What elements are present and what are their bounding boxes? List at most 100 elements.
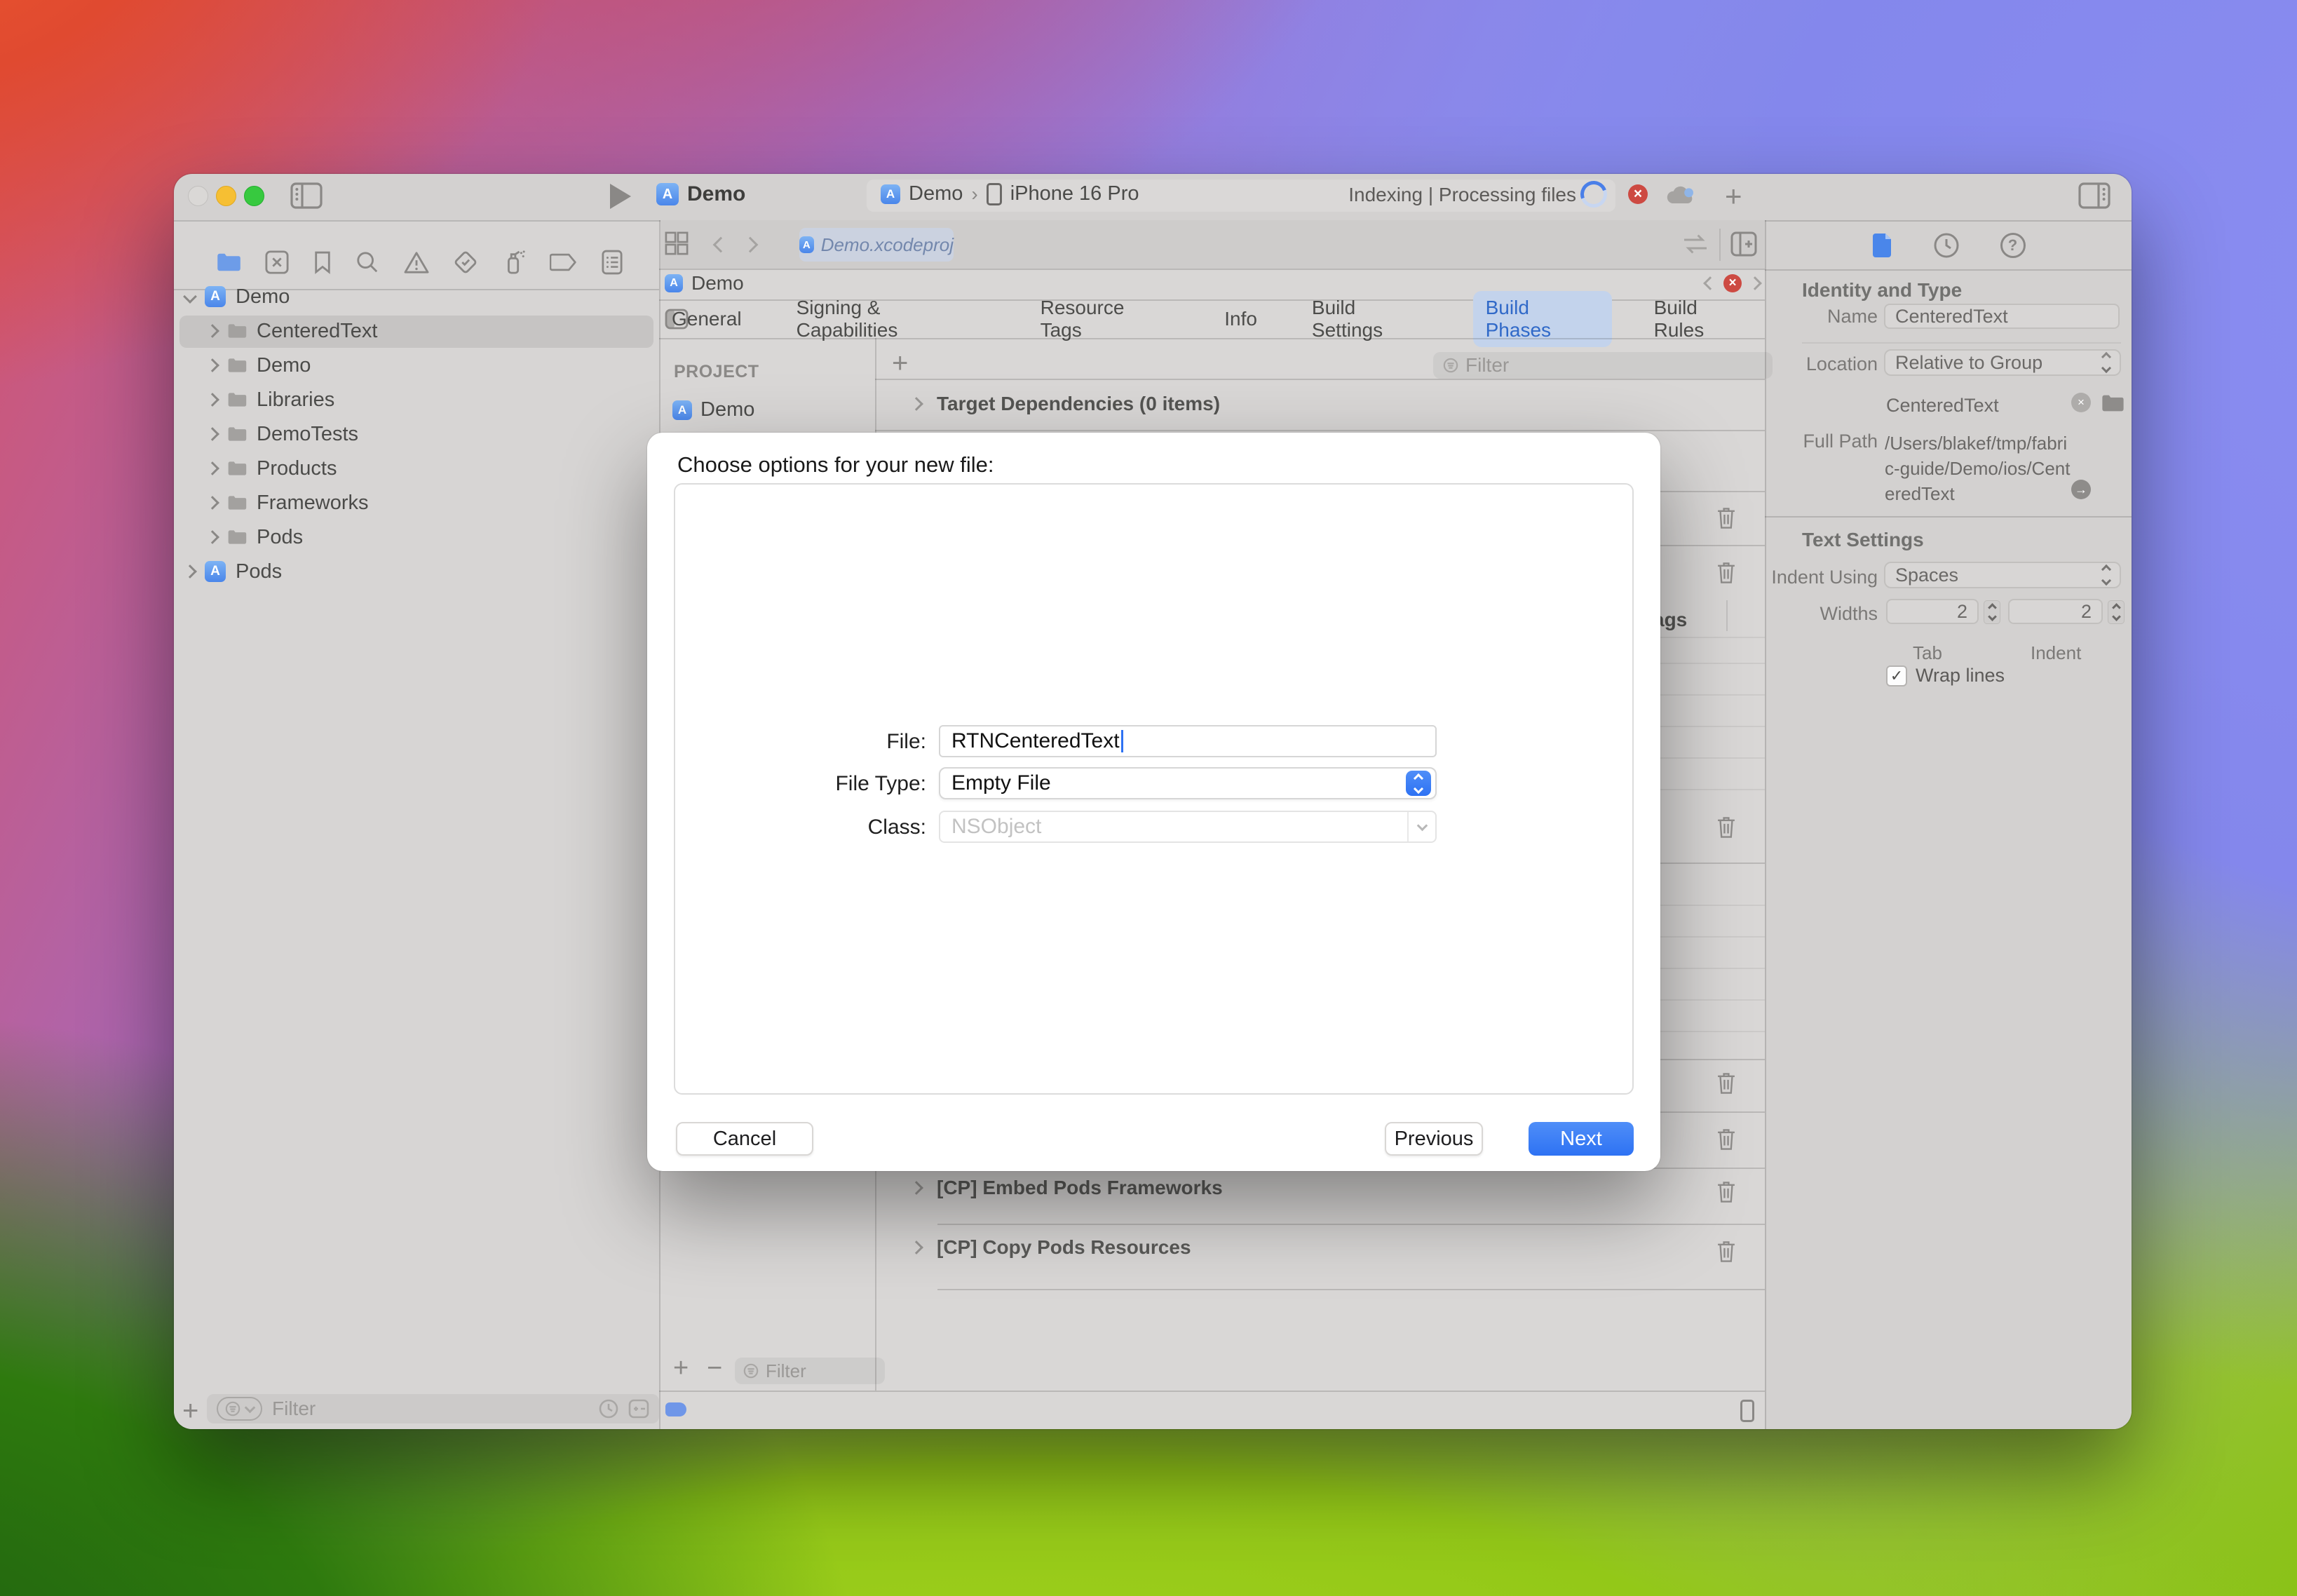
navigator-filter-field[interactable]: Filter — [207, 1394, 659, 1423]
traffic-close-button[interactable] — [188, 186, 208, 206]
source-control-navigator-icon[interactable] — [265, 250, 289, 274]
recent-clock-icon[interactable] — [599, 1399, 618, 1419]
tab-caption: Tab — [1913, 642, 1942, 664]
project-navigator-icon[interactable] — [216, 252, 241, 272]
disclosure-chevron-icon[interactable] — [909, 1240, 923, 1255]
tab-width-field[interactable]: 2 — [1886, 599, 1979, 624]
scm-status-filter-icon[interactable] — [628, 1399, 649, 1419]
delete-phase-icon[interactable] — [1714, 560, 1738, 586]
phase-list-add-button[interactable]: + — [673, 1353, 689, 1384]
clear-group-icon[interactable]: × — [2071, 393, 2091, 412]
disclosure-chevron-icon[interactable] — [205, 496, 219, 510]
grid-overview-icon[interactable] — [665, 231, 689, 255]
disclosure-chevron-icon[interactable] — [183, 290, 197, 304]
history-inspector-icon[interactable] — [1933, 232, 1960, 259]
tab-info[interactable]: Info — [1212, 302, 1270, 336]
breakpoint-navigator-icon[interactable] — [550, 253, 578, 271]
swap-editors-icon[interactable] — [1681, 233, 1709, 255]
phase-row-embed-pods-frameworks[interactable]: [CP] Embed Pods Frameworks — [912, 1177, 1223, 1199]
phase-list-remove-button[interactable]: − — [707, 1353, 722, 1384]
test-navigator-icon[interactable] — [454, 250, 477, 274]
filter-bar-tag-icon[interactable] — [665, 1402, 686, 1416]
scheme-selector[interactable]: A Demo › iPhone 16 Pro — [881, 182, 1139, 205]
delete-phase-icon[interactable] — [1714, 1238, 1738, 1265]
error-badge[interactable]: × — [1628, 184, 1648, 204]
indent-width-field[interactable]: 2 — [2008, 599, 2103, 624]
device-status-icon[interactable] — [1740, 1400, 1754, 1422]
sidebar-item-centeredtext[interactable]: CenteredText — [208, 316, 656, 346]
report-navigator-icon[interactable] — [602, 250, 623, 275]
indent-width-stepper[interactable] — [2108, 600, 2125, 624]
filetype-popup[interactable]: Empty File — [939, 767, 1437, 799]
disclosure-chevron-icon[interactable] — [205, 427, 219, 441]
sidebar-item-label: Demo — [236, 285, 290, 309]
tab-general[interactable]: General — [659, 302, 754, 336]
issue-badge[interactable]: × — [1723, 274, 1742, 292]
next-button[interactable]: Next — [1529, 1122, 1634, 1156]
traffic-minimize-button[interactable] — [216, 186, 236, 206]
cancel-button[interactable]: Cancel — [676, 1122, 813, 1156]
location-popup[interactable]: Relative to Group — [1884, 349, 2121, 376]
delete-phase-icon[interactable] — [1714, 505, 1738, 532]
disclosure-chevron-icon[interactable] — [909, 1181, 923, 1195]
delete-phase-icon[interactable] — [1714, 814, 1738, 841]
run-button[interactable] — [610, 184, 631, 209]
disclosure-chevron-icon[interactable] — [183, 564, 197, 579]
tab-width-stepper[interactable] — [1984, 600, 2000, 624]
delete-phase-icon[interactable] — [1714, 1070, 1738, 1097]
traffic-zoom-button[interactable] — [244, 186, 264, 206]
disclosure-chevron-icon[interactable] — [205, 461, 219, 475]
help-inspector-icon[interactable]: ? — [2000, 233, 2026, 258]
disclosure-chevron-icon[interactable] — [205, 358, 219, 372]
file-inspector-icon[interactable] — [1871, 232, 1892, 259]
tab-demo-xcodeproj[interactable]: A Demo.xcodeproj — [799, 228, 954, 262]
sidebar-item-pods-project[interactable]: A Pods — [184, 556, 658, 587]
phase-row-target-dependencies[interactable]: Target Dependencies (0 items) — [912, 393, 1220, 415]
tab-width-value: 2 — [1957, 601, 1967, 623]
navigator-add-button[interactable]: + — [182, 1395, 198, 1427]
debug-navigator-icon[interactable] — [502, 249, 526, 276]
class-combobox[interactable]: NSObject — [939, 811, 1437, 843]
sidebar-item-frameworks[interactable]: Frameworks — [208, 487, 656, 518]
sidebar-item-demo-project[interactable]: A Demo — [184, 281, 658, 312]
sidebar-item-demotests[interactable]: DemoTests — [208, 419, 656, 449]
search-navigator-icon[interactable] — [355, 250, 379, 274]
add-editor-icon[interactable] — [1730, 231, 1757, 257]
add-build-phase-button[interactable]: + — [892, 348, 908, 379]
indent-using-popup[interactable]: Spaces — [1884, 562, 2121, 588]
delete-phase-icon[interactable] — [1714, 1179, 1738, 1205]
delete-phase-icon[interactable] — [1714, 1126, 1738, 1153]
combo-chevron-button[interactable] — [1407, 812, 1435, 841]
sidebar-item-pods-folder[interactable]: Pods — [208, 522, 656, 553]
inspector-toggle-icon[interactable] — [2078, 182, 2110, 209]
project-icon: A — [672, 400, 692, 420]
disclosure-chevron-icon[interactable] — [205, 530, 219, 544]
device-name[interactable]: iPhone 16 Pro — [1010, 182, 1139, 205]
sidebar-item-demo-folder[interactable]: Demo — [208, 350, 656, 381]
project-filter-field[interactable]: Filter — [735, 1358, 885, 1384]
choose-folder-icon[interactable] — [2101, 394, 2125, 412]
disclosure-chevron-icon[interactable] — [205, 324, 219, 338]
sidebar-item-products[interactable]: Products — [208, 453, 656, 484]
issue-navigator-icon[interactable] — [403, 250, 430, 274]
project-list-item-demo[interactable]: A Demo — [672, 398, 754, 421]
phases-filter-field[interactable]: Filter — [1433, 352, 1773, 379]
bookmark-navigator-icon[interactable] — [313, 250, 332, 274]
wrap-lines-checkbox[interactable]: ✓ — [1886, 665, 1907, 687]
disclosure-chevron-icon[interactable] — [205, 393, 219, 407]
previous-button[interactable]: Previous — [1385, 1122, 1483, 1156]
open-path-arrow-icon[interactable]: → — [2071, 480, 2091, 499]
disclosure-chevron-icon[interactable] — [909, 397, 923, 411]
sidebar-item-libraries[interactable]: Libraries — [208, 384, 656, 415]
wrap-lines-setting[interactable]: ✓ Wrap lines — [1886, 665, 2005, 687]
sidebar-toggle-icon[interactable] — [290, 182, 323, 209]
filter-scope-control[interactable] — [217, 1397, 262, 1421]
toolbar-add-button[interactable]: + — [1725, 180, 1742, 213]
folder-icon — [227, 495, 247, 510]
name-field[interactable]: CenteredText — [1884, 304, 2120, 329]
phase-row-copy-pods-resources[interactable]: [CP] Copy Pods Resources — [912, 1236, 1191, 1259]
activity-status[interactable]: Indexing | Processing files — [1275, 184, 1576, 206]
sidebar-item-label: Products — [257, 457, 337, 480]
file-name-input[interactable]: RTNCenteredText — [939, 725, 1437, 757]
breadcrumb[interactable]: A Demo — [665, 272, 744, 295]
